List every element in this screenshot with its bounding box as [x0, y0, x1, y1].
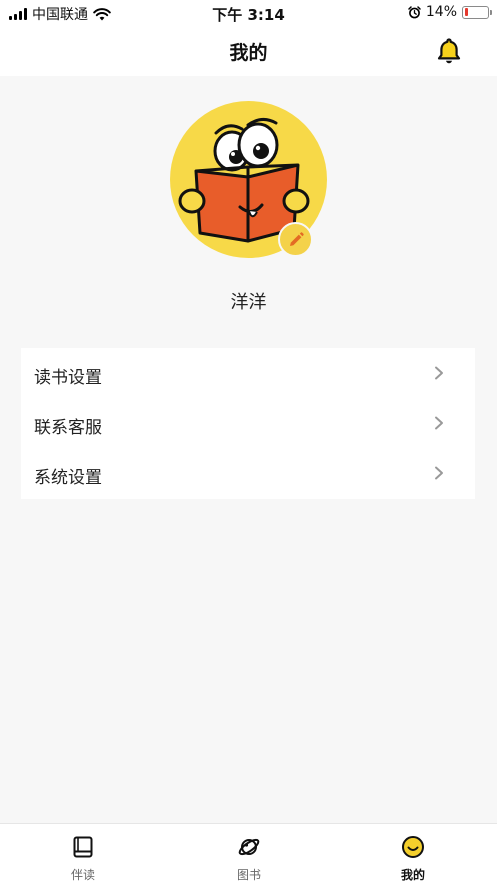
menu-item-customer-service[interactable]: 联系客服: [21, 398, 475, 448]
menu-item-label: 读书设置: [34, 368, 102, 388]
tab-mine[interactable]: 我的: [363, 824, 463, 883]
tab-companion-reading[interactable]: 伴读: [33, 824, 133, 883]
chevron-right-icon: [435, 466, 443, 480]
nav-bar: 我的: [0, 26, 497, 76]
pencil-icon: [289, 231, 304, 246]
status-right: 14%: [408, 4, 492, 20]
battery-fill: [464, 8, 468, 16]
book-icon: [73, 836, 93, 858]
menu-item-system-settings[interactable]: 系统设置: [21, 448, 475, 498]
menu-item-label: 系统设置: [34, 468, 102, 488]
tab-label: 伴读: [70, 868, 95, 882]
battery-percent: 14%: [425, 4, 457, 20]
bell-icon[interactable]: [434, 36, 464, 66]
tab-label: 我的: [400, 868, 425, 882]
smiley-icon: [402, 836, 424, 858]
alarm-icon: [408, 5, 421, 18]
chevron-right-icon: [435, 416, 443, 430]
tab-books[interactable]: 图书: [199, 824, 299, 883]
tab-label: 图书: [236, 868, 261, 882]
status-bar: 中国联通 下午 3:14 14%: [0, 0, 497, 26]
settings-menu: 读书设置 联系客服 系统设置: [21, 348, 475, 499]
tab-bar: 伴读 图书 我的: [0, 823, 497, 883]
username: 洋洋: [230, 292, 267, 313]
planet-icon: [238, 838, 260, 856]
avatar[interactable]: [170, 101, 327, 258]
battery-icon: [462, 5, 492, 19]
menu-item-label: 联系客服: [34, 418, 102, 438]
menu-item-reading-settings[interactable]: 读书设置: [21, 348, 475, 398]
chevron-right-icon: [435, 366, 443, 380]
page-title: 我的: [229, 42, 268, 64]
edit-avatar-button[interactable]: [278, 222, 313, 257]
